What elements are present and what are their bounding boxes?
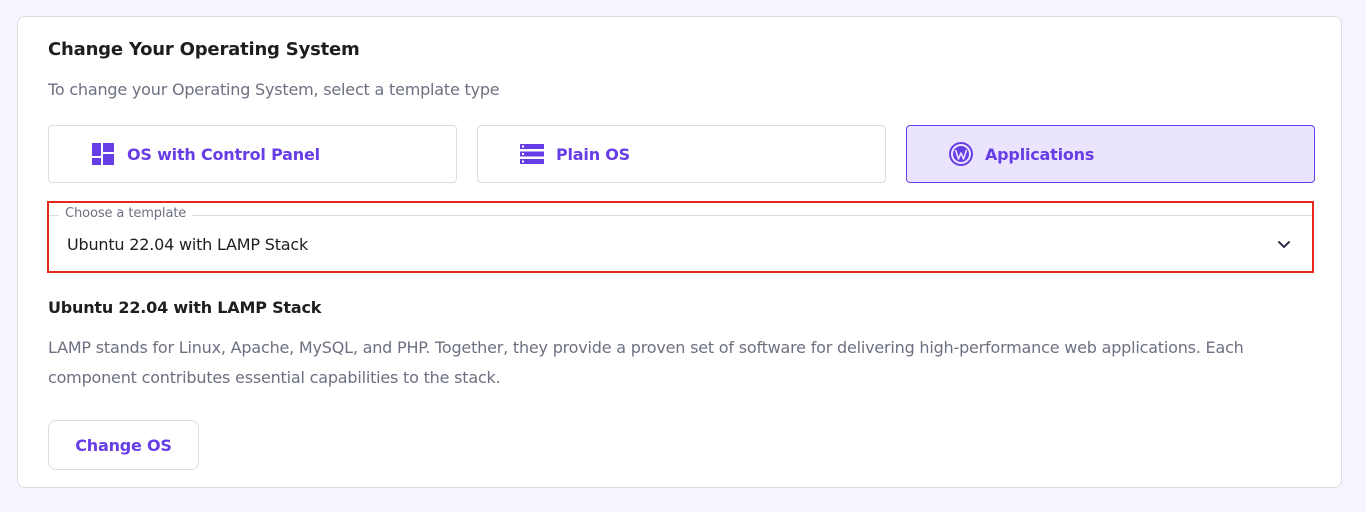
type-label: Plain OS [556, 144, 630, 164]
change-os-button[interactable]: Change OS [48, 420, 199, 470]
type-label: OS with Control Panel [127, 144, 320, 164]
template-select[interactable]: Choose a template Ubuntu 22.04 with LAMP… [49, 206, 1312, 271]
dashboard-grid-icon [91, 142, 115, 166]
template-detail-description: LAMP stands for Linux, Apache, MySQL, an… [48, 338, 1244, 387]
server-list-icon [520, 142, 544, 166]
type-plain-os-button[interactable]: Plain OS [477, 125, 886, 183]
template-select-value: Ubuntu 22.04 with LAMP Stack [67, 235, 309, 254]
type-os-with-control-panel-button[interactable]: OS with Control Panel [48, 125, 457, 183]
page-title: Change Your Operating System [48, 39, 360, 60]
wordpress-icon [949, 142, 973, 166]
template-select-label: Choose a template [59, 206, 193, 221]
change-os-card: Change Your Operating System To change y… [17, 16, 1342, 488]
page-subtitle: To change your Operating System, select … [48, 80, 500, 99]
template-detail-title: Ubuntu 22.04 with LAMP Stack [48, 298, 322, 317]
template-type-selector: OS with Control Panel Plain OS Applicati… [48, 125, 1315, 183]
chevron-down-icon[interactable] [1276, 236, 1292, 252]
type-applications-button[interactable]: Applications [906, 125, 1315, 183]
type-label: Applications [985, 144, 1095, 164]
